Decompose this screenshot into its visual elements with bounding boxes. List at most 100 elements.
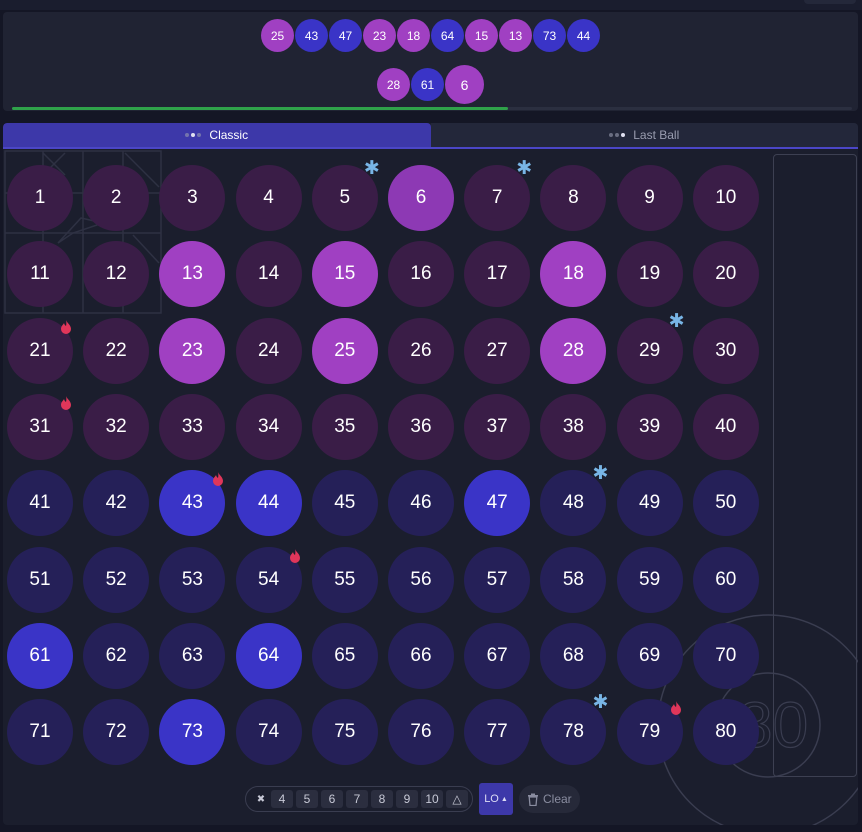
number-cell-64[interactable]: 64 (235, 622, 302, 689)
number-cell-35[interactable]: 35 (311, 393, 378, 460)
number-cell-21[interactable]: 21 (7, 317, 73, 384)
number-cell-5[interactable]: 5 ✱ (311, 159, 380, 231)
game-panel: Classic Last Ball 80 1 2 3 4 5 ✱ 6 7 ✱ 8… (3, 123, 858, 825)
number-cell-28[interactable]: 28 (540, 317, 607, 384)
number-cell-29[interactable]: 29 ✱ (616, 312, 685, 384)
number-cell-7[interactable]: 7 ✱ (464, 159, 532, 231)
lo-button[interactable]: LO ▲ (479, 783, 513, 815)
number-label: 16 (410, 263, 432, 285)
number-cell-25[interactable]: 25 (311, 317, 378, 384)
number-cell-14[interactable]: 14 (235, 241, 302, 308)
number-label: 34 (258, 415, 280, 437)
number-cell-6[interactable]: 6 (388, 165, 454, 231)
number-cell-70[interactable]: 70 (692, 622, 759, 689)
number-cell-41[interactable]: 41 (7, 470, 73, 537)
number-cell-22[interactable]: 22 (83, 317, 150, 384)
number-cell-42[interactable]: 42 (83, 470, 150, 537)
number-cell-34[interactable]: 34 (235, 393, 302, 460)
number-cell-74[interactable]: 74 (235, 699, 302, 766)
number-cell-80[interactable]: 80 (692, 699, 759, 766)
number-cell-38[interactable]: 38 (540, 393, 607, 460)
number-cell-20[interactable]: 20 (692, 241, 759, 308)
number-label: 48 (562, 492, 584, 514)
number-cell-55[interactable]: 55 (311, 546, 378, 613)
number-cell-62[interactable]: 62 (83, 622, 150, 689)
number-cell-24[interactable]: 24 (235, 317, 302, 384)
drawn-ball: 18 (397, 19, 430, 52)
number-cell-61[interactable]: 61 (7, 622, 73, 689)
pick-count-6[interactable]: 6 (321, 790, 343, 808)
number-cell-68[interactable]: 68 (540, 622, 607, 689)
pick-count-5[interactable]: 5 (296, 790, 318, 808)
pick-count-9[interactable]: 9 (396, 790, 418, 808)
number-label: 51 (29, 568, 51, 590)
number-cell-57[interactable]: 57 (464, 546, 531, 613)
number-cell-58[interactable]: 58 (540, 546, 607, 613)
number-cell-72[interactable]: 72 (83, 699, 150, 766)
pick-count-7[interactable]: 7 (346, 790, 368, 808)
number-cell-56[interactable]: 56 (388, 546, 454, 613)
number-cell-31[interactable]: 31 (7, 393, 73, 460)
number-cell-37[interactable]: 37 (464, 393, 531, 460)
number-label: 77 (486, 721, 508, 743)
number-cell-9[interactable]: 9 (616, 165, 683, 231)
number-label: 43 (181, 492, 203, 514)
number-cell-52[interactable]: 52 (83, 546, 150, 613)
number-cell-19[interactable]: 19 (616, 241, 683, 308)
number-cell-15[interactable]: 15 (311, 241, 378, 308)
snowflake-icon: ✱ (592, 463, 609, 485)
number-cell-49[interactable]: 49 (616, 470, 683, 537)
number-cell-79[interactable]: 79 (616, 699, 683, 766)
number-cell-4[interactable]: 4 (235, 165, 302, 231)
shuffle-icon[interactable]: ✖ (254, 790, 268, 808)
number-cell-10[interactable]: 10 (692, 165, 759, 231)
clear-button[interactable]: Clear (519, 785, 580, 813)
number-cell-44[interactable]: 44 (235, 470, 302, 537)
number-cell-71[interactable]: 71 (7, 699, 73, 766)
number-cell-47[interactable]: 47 (464, 470, 531, 537)
number-cell-40[interactable]: 40 (692, 393, 759, 460)
number-cell-30[interactable]: 30 (692, 317, 759, 384)
pick-count-4[interactable]: 4 (271, 790, 293, 808)
number-cell-3[interactable]: 3 (159, 165, 226, 231)
number-label: 14 (258, 263, 280, 285)
number-cell-51[interactable]: 51 (7, 546, 73, 613)
number-cell-39[interactable]: 39 (616, 393, 683, 460)
number-cell-8[interactable]: 8 (540, 165, 607, 231)
number-cell-65[interactable]: 65 (311, 622, 378, 689)
snowflake-icon: ✱ (668, 310, 685, 332)
top-bar-tab[interactable] (804, 0, 856, 4)
number-label: 32 (105, 415, 127, 437)
pick-count-10[interactable]: 10 (421, 790, 443, 808)
number-cell-77[interactable]: 77 (464, 699, 531, 766)
number-cell-53[interactable]: 53 (159, 546, 226, 613)
number-cell-60[interactable]: 60 (692, 546, 759, 613)
snowflake-icon: ✱ (516, 158, 533, 179)
number-label: 24 (258, 339, 280, 361)
number-cell-32[interactable]: 32 (83, 393, 150, 460)
number-cell-33[interactable]: 33 (159, 393, 226, 460)
number-cell-54[interactable]: 54 (235, 546, 302, 613)
number-cell-2[interactable]: 2 (83, 165, 150, 231)
number-cell-63[interactable]: 63 (159, 622, 226, 689)
number-cell-45[interactable]: 45 (311, 470, 378, 537)
number-cell-59[interactable]: 59 (616, 546, 683, 613)
number-cell-1[interactable]: 1 (7, 165, 73, 231)
number-cell-36[interactable]: 36 (388, 393, 454, 460)
number-cell-76[interactable]: 76 (388, 699, 454, 766)
number-cell-23[interactable]: 23 (159, 317, 226, 384)
number-cell-69[interactable]: 69 (616, 622, 683, 689)
number-label: 11 (30, 263, 50, 285)
number-cell-11[interactable]: 11 (7, 241, 73, 308)
pick-count-8[interactable]: 8 (371, 790, 393, 808)
number-cell-75[interactable]: 75 (311, 699, 378, 766)
number-cell-26[interactable]: 26 (388, 317, 454, 384)
number-label: 10 (715, 187, 737, 208)
number-cell-16[interactable]: 16 (388, 241, 454, 308)
number-cell-50[interactable]: 50 (692, 470, 759, 537)
number-cell-27[interactable]: 27 (464, 317, 531, 384)
triangle-icon[interactable]: △ (446, 790, 468, 808)
number-cell-66[interactable]: 66 (388, 622, 454, 689)
number-cell-46[interactable]: 46 (388, 470, 454, 537)
number-cell-67[interactable]: 67 (464, 622, 531, 689)
